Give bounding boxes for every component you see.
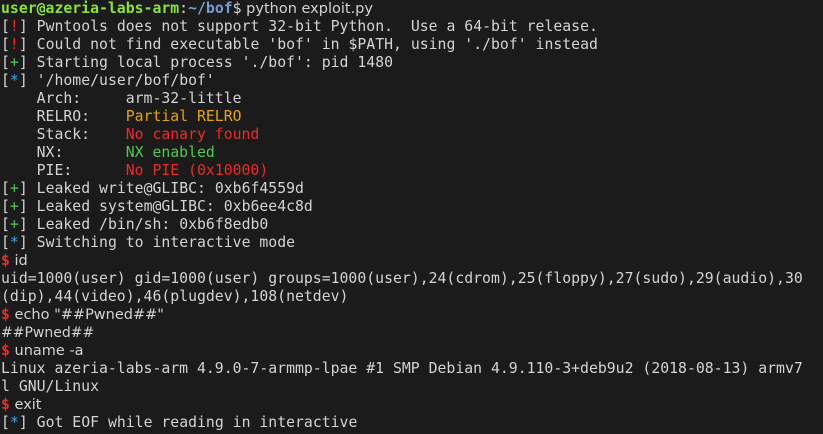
log-text: Leaked /bin/sh: 0xb6f8edb0 [27,216,269,233]
log-tag-bracket: ] [18,18,28,35]
log-tag-info: * [9,72,19,89]
checksec-label: Arch: [1,90,126,107]
log-line-warning-2: [!] Could not find executable 'bof' in $… [1,36,823,54]
checksec-value: No canary found [125,126,260,143]
shell-prompt-line: user@azeria-labs-arm:~/bof$ python explo… [1,0,823,18]
log-tag-bracket: [ [1,36,10,53]
log-tag-success: + [9,180,19,197]
log-tag-bracket: [ [1,54,10,71]
checksec-label: RELRO: [1,108,126,125]
session-output: uid=1000(user) gid=1000(user) groups=100… [1,270,803,287]
session-output: l GNU/Linux [1,378,99,395]
log-line-info: [*] '/home/user/bof/bof' [1,72,823,90]
log-tag-info: * [9,234,19,251]
leak-line-system: [+] Leaked system@GLIBC: 0xb6ee4c8d [1,198,313,215]
log-tag-info: * [9,414,19,431]
session-command-id: $ id [1,252,823,270]
log-tag-bracket: [ [1,18,10,35]
log-text: Got EOF while reading in interactive [27,414,358,431]
log-text: Leaked system@GLIBC: 0xb6ee4c8d [27,198,313,215]
checksec-value: No PIE (0x10000) [125,162,269,179]
session-prompt-symbol: $ [1,306,10,323]
session-command: uname -a [9,343,84,359]
prompt-separator: : [179,0,189,17]
leak-line-write: [+] Leaked write@GLIBC: 0xb6f4559d [1,180,304,197]
checksec-label: PIE: [1,162,126,179]
log-tag-bracket: [ [1,72,10,89]
log-line-warning-1: [!] Pwntools does not support 32-bit Pyt… [1,18,823,36]
log-line-interactive: [*] Switching to interactive mode [1,234,296,251]
log-text: Leaked write@GLIBC: 0xb6f4559d [27,180,304,197]
prompt-command: python exploit.py [241,1,373,17]
checksec-arch: Arch: arm-32-little [1,90,823,108]
checksec-value: NX enabled [125,144,215,161]
log-tag-success: + [9,54,19,71]
checksec-nx: NX: NX enabled [1,144,823,162]
log-line-eof: [*] Got EOF while reading in interactive [1,414,358,431]
log-tag-warning: ! [9,18,19,35]
session-command-exit: $ exit [1,396,823,414]
checksec-relro: RELRO: Partial RELRO [1,108,823,126]
checksec-label: Stack: [1,126,126,143]
session-command: exit [9,397,42,413]
session-command-uname: $ uname -a [1,342,823,360]
log-tag-bracket: ] [18,72,28,89]
log-text: '/home/user/bof/bof' [27,72,215,89]
log-text: Switching to interactive mode [27,234,296,251]
leak-line-binsh: [+] Leaked /bin/sh: 0xb6f8edb0 [1,216,269,233]
log-tag-warning: ! [9,36,19,53]
log-text: Starting local process './bof': pid 1480 [27,54,394,71]
session-output: (dip),44(video),46(plugdev),108(netdev) [1,288,349,305]
log-tag-success: + [9,216,19,233]
prompt-path: ~/bof [188,0,233,17]
log-tag-success: + [9,198,19,215]
log-text: Could not find executable 'bof' in $PATH… [27,36,598,53]
session-command: echo "##Pwned##" [9,307,164,323]
checksec-value: Partial RELRO [125,108,242,125]
log-tag-bracket: ] [18,36,28,53]
session-command-echo: $ echo "##Pwned##" [1,306,823,324]
prompt-user-host: user@azeria-labs-arm [1,0,180,17]
checksec-stack: Stack: No canary found [1,126,823,144]
checksec-pie: PIE: No PIE (0x10000) [1,162,823,180]
prompt-symbol: $ [232,0,242,17]
session-prompt-symbol: $ [1,342,10,359]
terminal-window[interactable]: user@azeria-labs-arm:~/bof$ python explo… [0,0,823,434]
session-output: ##Pwned## [1,325,95,341]
session-command: id [9,253,28,269]
session-output: Linux azeria-labs-arm 4.9.0-7-armmp-lpae… [1,360,803,377]
session-prompt-symbol: $ [1,252,10,269]
checksec-label: NX: [1,144,126,161]
log-line-success: [+] Starting local process './bof': pid … [1,54,823,72]
log-tag-bracket: ] [18,54,28,71]
log-text: Pwntools does not support 32-bit Python.… [27,18,598,35]
checksec-value: arm-32-little [125,90,242,107]
session-prompt-symbol: $ [1,396,10,413]
